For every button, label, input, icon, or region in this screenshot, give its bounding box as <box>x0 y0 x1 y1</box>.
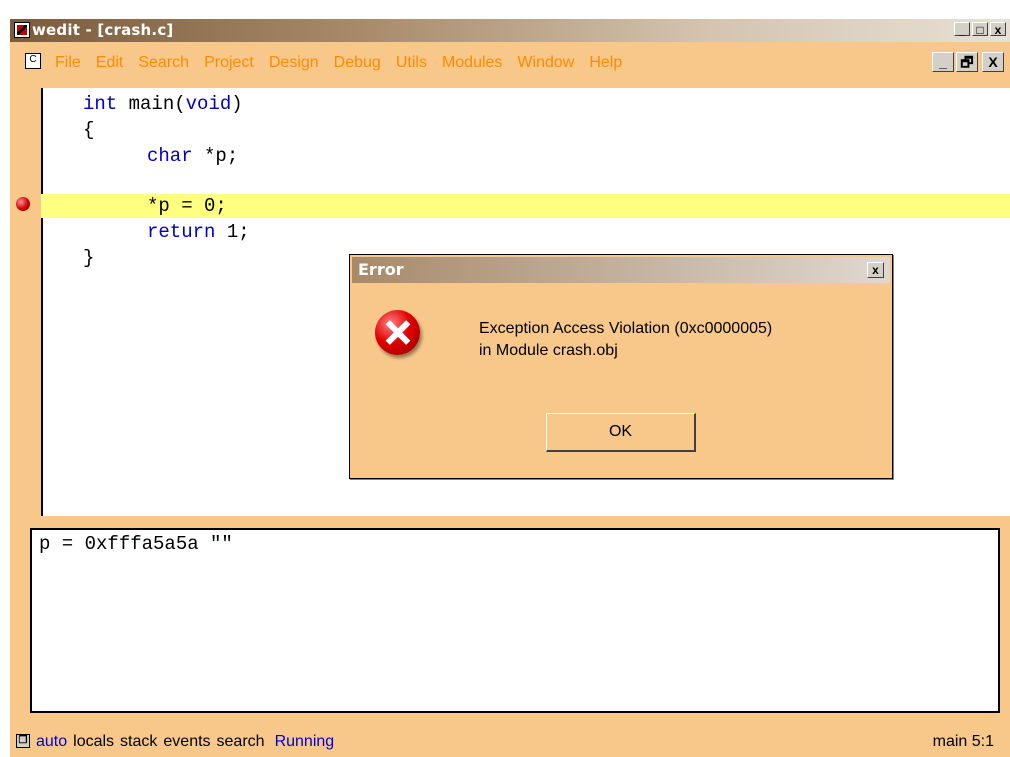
doc-restore-button[interactable]: 🗗 <box>956 52 978 72</box>
menu-edit[interactable]: Edit <box>96 54 124 72</box>
close-window-button[interactable]: x <box>990 22 1006 37</box>
error-icon <box>375 310 420 355</box>
cursor-position: main 5:1 <box>932 733 994 750</box>
minimize-button[interactable]: _ <box>954 22 970 37</box>
menu-items: File Edit Search Project Design Debug Ut… <box>55 54 637 72</box>
error-message-line-1: Exception Access Violation (0xc0000005) <box>479 320 773 337</box>
menu-help[interactable]: Help <box>589 54 622 72</box>
doc-close-button[interactable]: X <box>982 52 1004 72</box>
code-line-7: } <box>83 247 95 269</box>
dialog-close-button[interactable]: x <box>867 262 884 278</box>
menu-file[interactable]: File <box>55 54 81 72</box>
code-line-2: { <box>83 119 95 141</box>
restore-panel-icon[interactable]: ❐ <box>16 734 30 748</box>
doc-minimize-button[interactable]: _ <box>932 52 954 72</box>
dialog-titlebar[interactable]: Error x <box>352 257 890 283</box>
watch-value: p = 0xfffa5a5a "" <box>39 533 233 555</box>
debug-panel: p = 0xfffa5a5a "" <box>10 516 1010 727</box>
menu-design[interactable]: Design <box>269 54 319 72</box>
dialog-title: Error <box>358 260 404 279</box>
tab-stack[interactable]: stack <box>120 733 157 751</box>
status-bar: ❐ auto locals stack events search Runnin… <box>10 727 1010 757</box>
tab-auto[interactable]: auto <box>36 733 67 751</box>
code-line-6: return 1; <box>147 221 250 243</box>
watch-output-box[interactable]: p = 0xfffa5a5a "" <box>30 528 1000 713</box>
maximize-button[interactable]: □ <box>972 22 988 37</box>
error-dialog: Error x Exception Access Violation (0xc0… <box>349 254 893 479</box>
code-line-5: *p = 0; <box>147 195 227 217</box>
menu-bar: C File Edit Search Project Design Debug … <box>10 42 1010 84</box>
code-line-3: char *p; <box>147 145 239 167</box>
ok-button[interactable]: OK <box>546 413 696 452</box>
menu-modules[interactable]: Modules <box>442 54 502 72</box>
breakpoint-icon[interactable] <box>16 197 30 211</box>
document-icon[interactable]: C <box>25 53 41 69</box>
app-icon[interactable] <box>14 22 30 38</box>
menu-window[interactable]: Window <box>517 54 574 72</box>
status-tabs: auto locals stack events search Running <box>36 733 334 751</box>
debugger-state: Running <box>274 733 335 750</box>
menu-project[interactable]: Project <box>204 54 254 72</box>
window-title: wedit - [crash.c] <box>32 21 174 39</box>
window-titlebar[interactable]: wedit - [crash.c] _ □ x <box>10 19 1010 42</box>
menu-debug[interactable]: Debug <box>334 54 381 72</box>
code-line-1: int main(void) <box>83 93 243 115</box>
tab-locals[interactable]: locals <box>73 733 114 751</box>
menu-utils[interactable]: Utils <box>396 54 427 72</box>
menu-search[interactable]: Search <box>138 54 189 72</box>
tab-events[interactable]: events <box>163 733 210 751</box>
tab-search[interactable]: search <box>217 733 265 751</box>
error-message-line-2: in Module crash.obj <box>479 342 618 359</box>
